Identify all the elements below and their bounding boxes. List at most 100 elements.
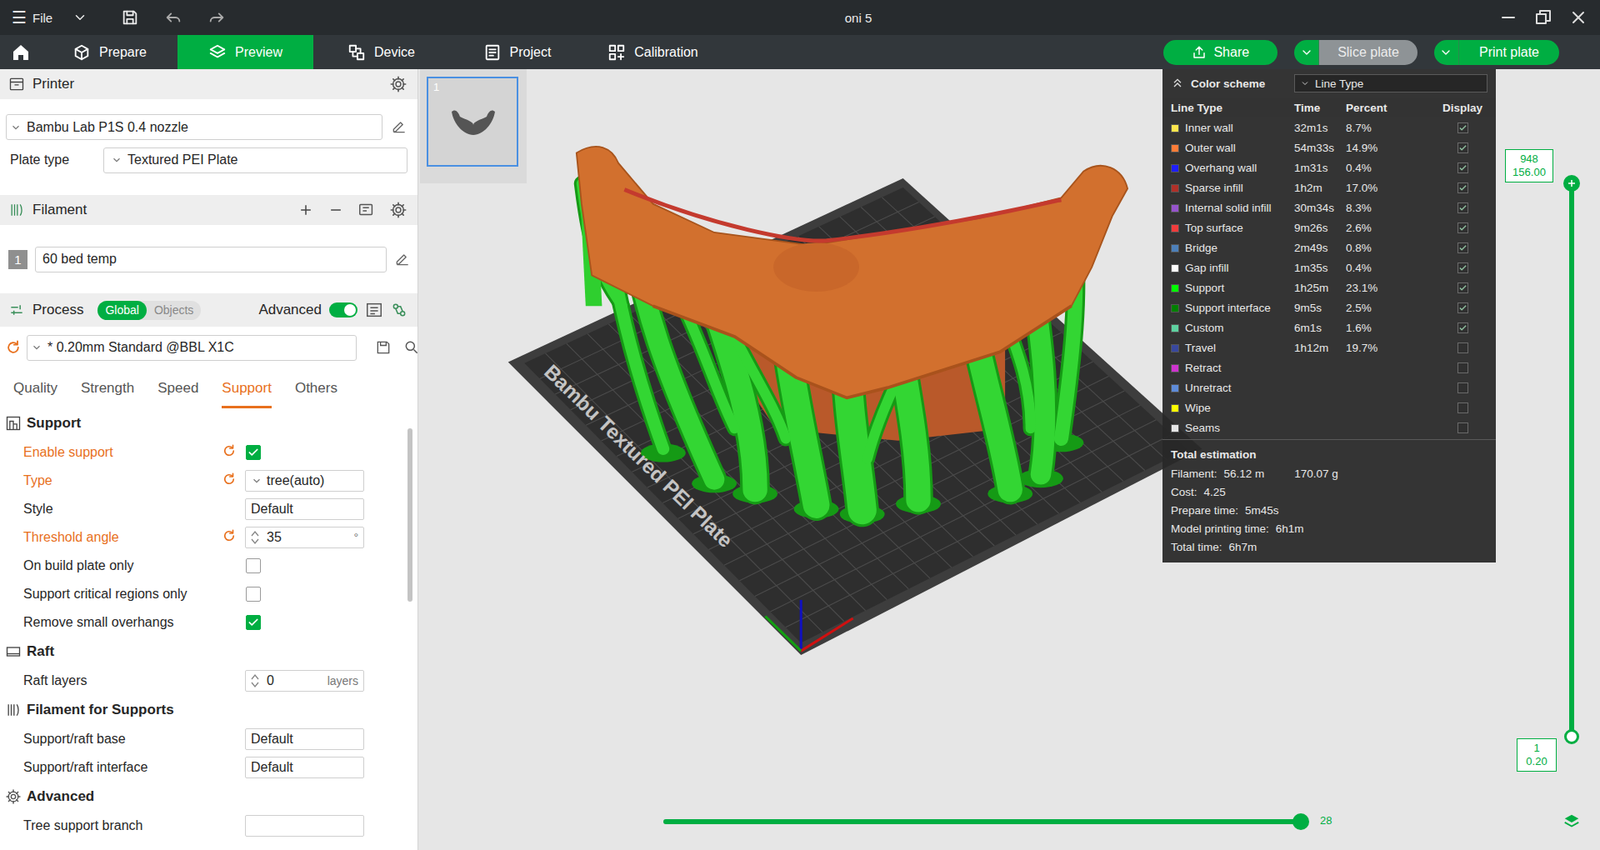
display-checkbox[interactable] — [1457, 202, 1469, 214]
display-checkbox[interactable] — [1457, 262, 1469, 274]
nav-tab[interactable]: Device — [313, 35, 450, 70]
plus-icon[interactable] — [297, 201, 315, 219]
reset-icon[interactable] — [221, 443, 237, 459]
spinner-icon[interactable] — [250, 530, 260, 545]
display-checkbox[interactable] — [1457, 302, 1469, 314]
nav-tab[interactable]: Prepare — [41, 35, 178, 70]
process-tab[interactable]: Support — [221, 368, 272, 409]
section-icon — [5, 643, 22, 660]
text-field[interactable]: Default — [245, 498, 365, 520]
move-slider-track[interactable] — [663, 819, 1301, 825]
plate-type-select[interactable]: Textured PEI Plate — [103, 147, 408, 174]
printer-select[interactable]: Bambu Lab P1S 0.4 nozzle — [5, 114, 383, 140]
undo-icon[interactable] — [164, 8, 183, 27]
search-icon[interactable] — [403, 339, 419, 356]
gear-icon[interactable] — [389, 200, 408, 220]
minimize-icon[interactable] — [1493, 2, 1524, 33]
minus-icon[interactable] — [327, 201, 345, 219]
text-field[interactable]: Default — [245, 728, 365, 750]
redo-icon[interactable] — [207, 8, 226, 27]
preview-viewport[interactable]: Bambu Textured PEI Plate1Color schemeLin… — [418, 69, 1600, 850]
process-tab[interactable]: Speed — [157, 368, 199, 409]
number-field[interactable]: 35° — [245, 526, 365, 549]
process-tab[interactable]: Strength — [80, 368, 135, 409]
checkbox[interactable] — [245, 558, 261, 574]
reset-icon[interactable] — [221, 528, 237, 544]
chevron-down-icon — [250, 475, 263, 487]
layers-icon[interactable] — [1562, 812, 1581, 831]
checkbox[interactable] — [245, 586, 261, 602]
filament-select[interactable]: 60 bed temp — [35, 246, 387, 273]
layer-slider-top-knob[interactable] — [1563, 175, 1580, 192]
display-checkbox[interactable] — [1457, 162, 1469, 174]
scrollbar-thumb[interactable] — [407, 428, 413, 602]
color-swatch — [1170, 304, 1180, 313]
chevron-down-icon[interactable] — [72, 10, 88, 25]
file-menu[interactable]: ☰File — [11, 7, 53, 28]
display-checkbox[interactable] — [1457, 402, 1469, 414]
layer-slider-bottom-knob[interactable] — [1564, 729, 1580, 745]
redo-icon — [207, 8, 226, 27]
nav-tab[interactable]: Calibration — [585, 35, 721, 70]
gear-icon[interactable] — [389, 75, 408, 94]
scope-toggle[interactable]: GlobalObjects — [97, 300, 201, 320]
display-checkbox[interactable] — [1457, 322, 1469, 334]
time-cell: 1h12m — [1294, 341, 1346, 355]
action-button[interactable]: Share — [1163, 40, 1278, 65]
plate-thumbnail[interactable]: 1 — [426, 76, 519, 167]
text-field[interactable]: Default — [245, 756, 365, 779]
scope-option[interactable]: Global — [97, 300, 146, 320]
display-checkbox[interactable] — [1457, 342, 1469, 354]
edit-icon[interactable] — [390, 118, 408, 135]
process-tab[interactable]: Others — [295, 368, 338, 409]
checkbox[interactable] — [245, 445, 261, 460]
legend-header: Color schemeLine Type — [1162, 69, 1496, 98]
line-type-percent: 2.6% — [1345, 221, 1372, 235]
move-slider-knob[interactable] — [1292, 813, 1310, 830]
nav-tab[interactable]: Preview — [177, 35, 314, 70]
close-icon[interactable] — [1563, 2, 1594, 33]
percent-cell: 8.7% — [1345, 121, 1438, 135]
cube-icon — [72, 43, 91, 62]
display-checkbox[interactable] — [1457, 362, 1469, 374]
checkbox[interactable] — [245, 615, 261, 630]
edit-icon[interactable] — [394, 250, 411, 268]
color-swatch — [1170, 124, 1180, 133]
scheme-select[interactable]: Line Type — [1294, 74, 1488, 93]
filament-tools — [297, 200, 408, 220]
display-checkbox[interactable] — [1457, 182, 1469, 194]
preset-select[interactable]: * 0.20mm Standard @BBL X1C — [26, 335, 357, 361]
action-button[interactable]: Print plate — [1459, 40, 1560, 65]
select-field[interactable]: tree(auto) — [245, 470, 365, 492]
display-checkbox[interactable] — [1457, 122, 1469, 134]
restore-icon[interactable] — [1528, 2, 1559, 33]
nav-tab[interactable]: Project — [449, 35, 585, 70]
scope-option[interactable]: Objects — [146, 300, 201, 320]
display-checkbox[interactable] — [1457, 282, 1469, 294]
spinner-icon[interactable] — [250, 673, 260, 689]
display-checkbox[interactable] — [1457, 382, 1469, 394]
advanced-switch[interactable] — [329, 302, 358, 318]
display-checkbox[interactable] — [1457, 242, 1469, 254]
button-menu[interactable] — [1434, 40, 1460, 65]
home-tab[interactable] — [0, 35, 42, 70]
reset-icon[interactable] — [221, 471, 237, 487]
save-icon[interactable] — [375, 339, 392, 356]
compare-icon[interactable] — [390, 301, 408, 319]
save-icon[interactable] — [120, 8, 140, 27]
display-checkbox[interactable] — [1457, 142, 1469, 154]
number-field[interactable]: 0layers — [245, 670, 365, 692]
display-checkbox[interactable] — [1457, 422, 1469, 434]
time-cell: 1m31s — [1294, 161, 1346, 175]
restore-icon — [1528, 2, 1559, 33]
filament-index: 1 — [8, 250, 28, 270]
button-menu[interactable] — [1294, 40, 1320, 65]
empty-field[interactable] — [245, 815, 365, 837]
reset-icon[interactable] — [5, 339, 22, 356]
layer-slider-track[interactable] — [1569, 183, 1575, 737]
list-icon[interactable] — [365, 300, 384, 320]
process-tab[interactable]: Quality — [13, 368, 58, 409]
display-checkbox[interactable] — [1457, 222, 1469, 234]
sync-icon[interactable] — [357, 200, 376, 220]
collapse-icon[interactable] — [1170, 76, 1185, 90]
